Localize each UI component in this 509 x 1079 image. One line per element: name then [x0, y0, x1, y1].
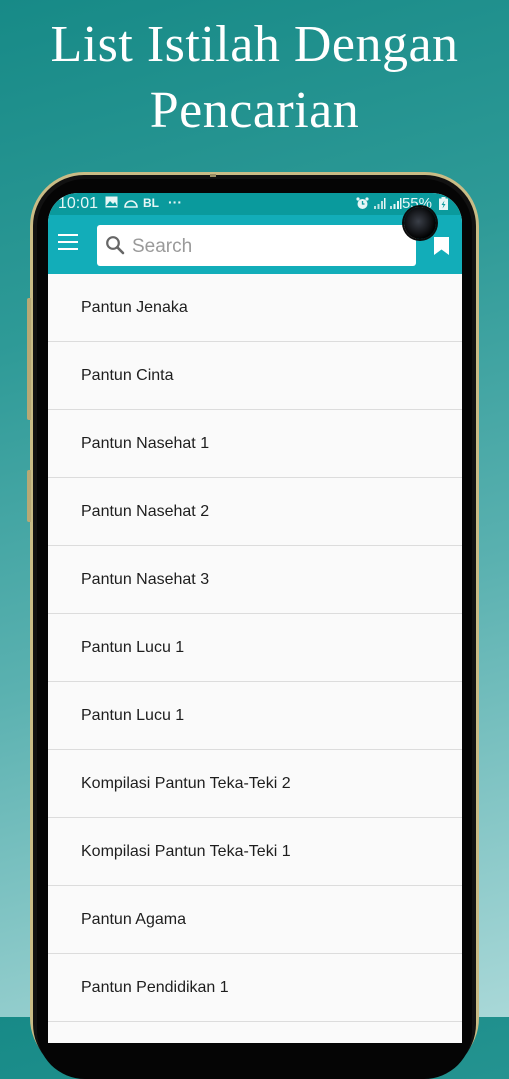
- hamburger-menu-icon[interactable]: [58, 234, 78, 250]
- phone-side-button: [27, 470, 31, 522]
- list-item-label: Pantun Nasehat 2: [81, 502, 210, 520]
- promo-title-line-1: List Istilah Dengan: [50, 16, 459, 73]
- phone-screen: 10:01 BL ··· 55% Search Pantun Jenaka Pa…: [48, 193, 462, 1043]
- list-item[interactable]: Pantun Agama: [48, 886, 462, 954]
- term-list: Pantun Jenaka Pantun Cinta Pantun Naseha…: [48, 274, 462, 1022]
- list-item[interactable]: Pantun Nasehat 3: [48, 546, 462, 614]
- list-item-label: Pantun Nasehat 3: [81, 570, 210, 588]
- list-item-label: Pantun Lucu 1: [81, 638, 185, 656]
- list-item[interactable]: Pantun Lucu 1: [48, 614, 462, 682]
- toolbar: [48, 215, 462, 274]
- list-item[interactable]: Kompilasi Pantun Teka-Teki 2: [48, 750, 462, 818]
- list-item-label: Pantun Nasehat 1: [81, 434, 210, 452]
- promo-title: List Istilah Dengan Pencarian: [0, 12, 509, 144]
- list-item-label: Pantun Lucu 1: [81, 706, 185, 724]
- list-item[interactable]: Pantun Nasehat 2: [48, 478, 462, 546]
- carrier-label: BL: [143, 196, 159, 210]
- cloud-icon: [124, 197, 138, 211]
- list-item[interactable]: Pantun Nasehat 1: [48, 410, 462, 478]
- signal-icon: [374, 198, 386, 212]
- phone-top-seam: [210, 174, 216, 177]
- list-item[interactable]: Kompilasi Pantun Teka-Teki 1: [48, 818, 462, 886]
- alarm-icon: [356, 197, 369, 213]
- list-item-label: Pantun Cinta: [81, 366, 174, 384]
- list-item-label: Pantun Agama: [81, 910, 186, 928]
- list-item-label: Kompilasi Pantun Teka-Teki 1: [81, 842, 291, 860]
- search-box[interactable]: [97, 225, 416, 268]
- front-camera: [404, 207, 436, 239]
- list-item-label: Pantun Pendidikan 1: [81, 978, 229, 996]
- status-bar: 10:01 BL ··· 55%: [48, 193, 462, 215]
- more-notifications-icon: ···: [168, 194, 182, 210]
- search-icon: [106, 236, 125, 255]
- list-item-label: Kompilasi Pantun Teka-Teki 2: [81, 774, 291, 792]
- gallery-icon: [105, 196, 118, 211]
- phone-side-button: [27, 298, 31, 420]
- search-input[interactable]: [130, 225, 414, 268]
- promo-title-line-2: Pencarian: [149, 82, 360, 139]
- status-time: 10:01: [58, 195, 99, 212]
- signal-icon: [390, 198, 402, 212]
- bookmark-icon[interactable]: [434, 237, 449, 255]
- list-item[interactable]: Pantun Cinta: [48, 342, 462, 410]
- list-item[interactable]: Pantun Pendidikan 1: [48, 954, 462, 1022]
- list-item-label: Pantun Jenaka: [81, 298, 188, 316]
- list-item[interactable]: Pantun Jenaka: [48, 274, 462, 342]
- list-item[interactable]: Pantun Lucu 1: [48, 682, 462, 750]
- battery-charging-icon: [439, 197, 448, 213]
